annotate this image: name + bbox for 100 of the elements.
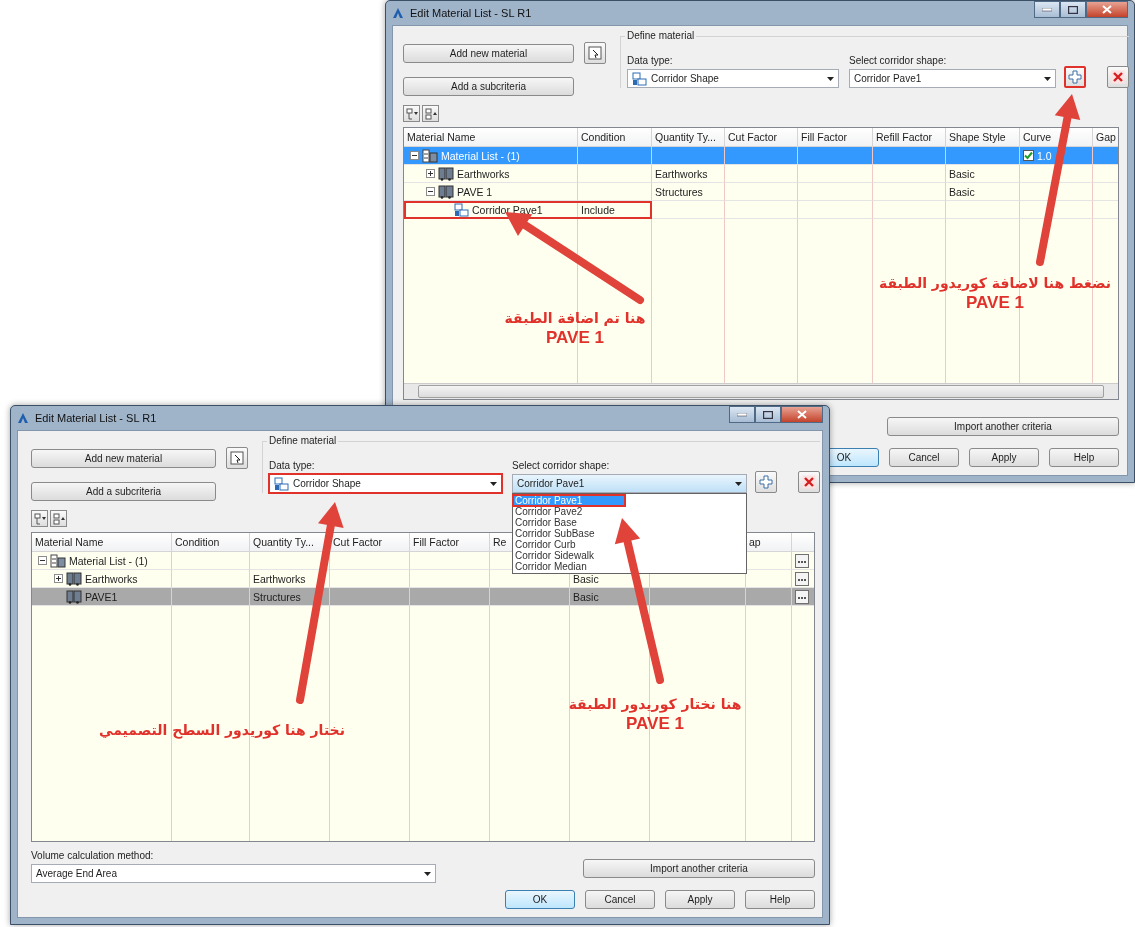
collapse-icon[interactable] bbox=[410, 151, 419, 160]
cell-text: Basic bbox=[573, 590, 599, 603]
cell-text: Earthworks bbox=[655, 167, 708, 180]
dialog-button[interactable]: Apply bbox=[969, 448, 1039, 467]
column-header[interactable]: Fill Factor bbox=[410, 533, 490, 552]
annotation-text: نختار هنا كوريدور السطح التصميمي bbox=[99, 722, 345, 738]
add-material-button[interactable]: Add new material bbox=[403, 44, 574, 63]
row-name: Earthworks bbox=[85, 572, 138, 585]
window-title: Edit Material List - SL R1 bbox=[410, 7, 533, 19]
data-type-dropdown[interactable]: Corridor Shape bbox=[269, 474, 502, 493]
cell-text: Structures bbox=[253, 590, 301, 603]
dropdown-option[interactable]: Corridor Pave2 bbox=[513, 506, 746, 517]
dropdown-option[interactable]: Corridor Median bbox=[513, 561, 746, 572]
tree-row[interactable]: Earthworks Earthworks Basic bbox=[404, 165, 1118, 183]
dialog-button[interactable]: Help bbox=[745, 890, 815, 909]
column-header[interactable]: Quantity Ty... bbox=[652, 128, 725, 147]
minimize-button[interactable] bbox=[729, 406, 755, 423]
tree-row[interactable]: PAVE 1 Structures Basic bbox=[404, 183, 1118, 201]
volume-method-dropdown[interactable]: Average End Area bbox=[31, 864, 436, 883]
expand-icon[interactable] bbox=[54, 574, 63, 583]
more-options-button[interactable] bbox=[795, 589, 809, 604]
collapse-icon[interactable] bbox=[426, 187, 435, 196]
expand-all-button[interactable] bbox=[403, 105, 420, 122]
annotation-text: نضغط هنا لاضافة كوريدور الطبقة bbox=[879, 275, 1111, 291]
row-name: Corridor Pave1 bbox=[472, 203, 543, 216]
expand-icon[interactable] bbox=[426, 169, 435, 178]
window-title: Edit Material List - SL R1 bbox=[35, 412, 158, 424]
tree-row[interactable]: Corridor Pave1 Include bbox=[404, 201, 1118, 219]
annotation-text: هنا نختار كوريدور الطبقة bbox=[568, 696, 742, 712]
pick-from-drawing-button[interactable] bbox=[226, 447, 248, 469]
dropdown-option[interactable]: Corridor Base bbox=[513, 517, 746, 528]
import-criteria-button[interactable]: Import another criteria bbox=[583, 859, 815, 878]
add-shape-button[interactable] bbox=[1064, 66, 1086, 88]
more-options-button[interactable] bbox=[795, 553, 809, 568]
maximize-icon bbox=[763, 410, 773, 419]
list-icon bbox=[422, 148, 438, 163]
column-header[interactable]: Gap bbox=[1093, 128, 1118, 147]
list-icon bbox=[50, 553, 66, 568]
delete-button[interactable] bbox=[1107, 66, 1129, 88]
more-options-button[interactable] bbox=[795, 571, 809, 586]
add-shape-button[interactable] bbox=[755, 471, 777, 493]
data-type-dropdown[interactable]: Corridor Shape bbox=[627, 69, 839, 88]
field-label: Volume calculation method: bbox=[31, 850, 155, 861]
annotation-text: هنا تم اضافة الطبقة bbox=[504, 310, 646, 326]
corridor-shape-icon bbox=[274, 476, 289, 491]
material-icon bbox=[66, 571, 82, 586]
dialog-button[interactable]: Apply bbox=[665, 890, 735, 909]
dialog-button[interactable]: Help bbox=[1049, 448, 1119, 467]
pick-from-drawing-button[interactable] bbox=[584, 42, 606, 64]
close-icon bbox=[797, 410, 807, 419]
row-name: Material List - (1) bbox=[69, 554, 148, 567]
field-label: Data type: bbox=[627, 55, 674, 66]
row-name: PAVE 1 bbox=[457, 185, 493, 198]
row-name: Earthworks bbox=[457, 167, 510, 180]
collapse-all-button[interactable] bbox=[422, 105, 439, 122]
column-header[interactable]: Condition bbox=[578, 128, 652, 147]
add-material-button[interactable]: Add new material bbox=[31, 449, 216, 468]
collapse-icon[interactable] bbox=[38, 556, 47, 565]
tree-row[interactable]: PAVE1 Structures Basic bbox=[32, 588, 814, 606]
corridor-shape-icon bbox=[454, 202, 469, 217]
dropdown-option[interactable]: Corridor Sidewalk bbox=[513, 550, 746, 561]
group-legend: Define material bbox=[625, 30, 697, 41]
dialog-button[interactable]: OK bbox=[505, 890, 575, 909]
add-subcriteria-button[interactable]: Add a subcriteria bbox=[31, 482, 216, 501]
minimize-button[interactable] bbox=[1034, 1, 1060, 18]
dialog-button[interactable]: Cancel bbox=[889, 448, 959, 467]
expand-all-button[interactable] bbox=[31, 510, 48, 527]
material-icon bbox=[66, 589, 82, 604]
maximize-button[interactable] bbox=[755, 406, 781, 423]
caret-icon bbox=[424, 871, 431, 876]
app-logo-icon bbox=[392, 7, 404, 19]
column-header[interactable]: Fill Factor bbox=[798, 128, 873, 147]
cell-text: Basic bbox=[949, 185, 975, 198]
corridor-shape-icon bbox=[632, 71, 647, 86]
column-header[interactable]: Shape Style bbox=[946, 128, 1020, 147]
field-label: Select corridor shape: bbox=[512, 460, 611, 471]
column-header[interactable]: Material Name bbox=[32, 533, 172, 552]
annotation-text: PAVE 1 bbox=[626, 714, 684, 734]
close-button[interactable] bbox=[781, 406, 823, 423]
column-header[interactable]: Refill Factor bbox=[873, 128, 946, 147]
checkbox[interactable] bbox=[1023, 150, 1034, 161]
cell-text: Include bbox=[581, 203, 615, 216]
corridor-shape-dropdown[interactable]: Corridor Pave1 bbox=[849, 69, 1056, 88]
horizontal-scrollbar[interactable] bbox=[404, 383, 1118, 399]
dialog-button[interactable]: Cancel bbox=[585, 890, 655, 909]
import-criteria-button[interactable]: Import another criteria bbox=[887, 417, 1119, 436]
column-header[interactable]: Condition bbox=[172, 533, 250, 552]
column-header[interactable]: Cut Factor bbox=[330, 533, 410, 552]
column-header[interactable]: Cut Factor bbox=[725, 128, 798, 147]
collapse-all-button[interactable] bbox=[50, 510, 67, 527]
delete-button[interactable] bbox=[798, 471, 820, 493]
minimize-icon bbox=[737, 412, 747, 417]
caret-icon bbox=[1044, 76, 1051, 81]
close-button[interactable] bbox=[1086, 1, 1128, 18]
maximize-button[interactable] bbox=[1060, 1, 1086, 18]
column-header[interactable]: Material Name bbox=[404, 128, 578, 147]
cell-text: Basic bbox=[949, 167, 975, 180]
add-subcriteria-button[interactable]: Add a subcriteria bbox=[403, 77, 574, 96]
field-label: Data type: bbox=[269, 460, 316, 471]
column-header[interactable]: ap bbox=[746, 533, 792, 552]
